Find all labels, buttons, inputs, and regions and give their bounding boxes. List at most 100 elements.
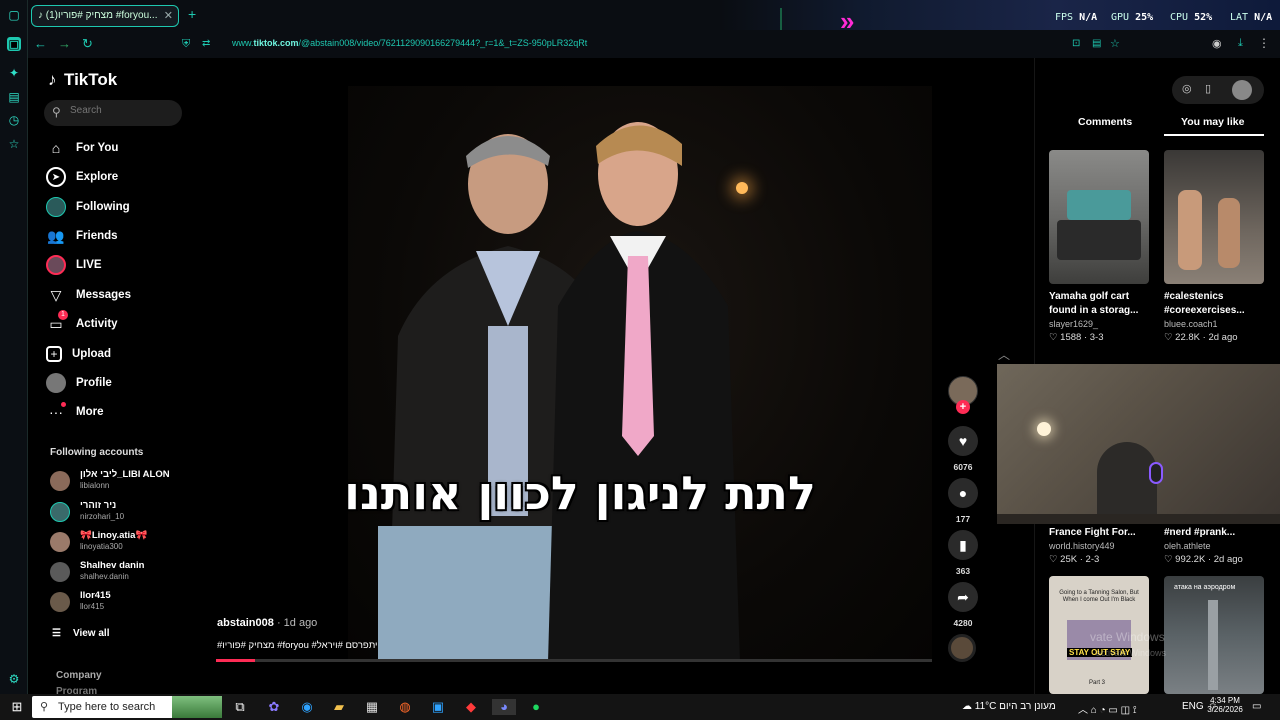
music-disc-avatar[interactable] <box>948 634 976 662</box>
store-icon[interactable]: ▦ <box>363 699 381 715</box>
nav-activity[interactable]: ▭ 1 Activity <box>46 310 186 336</box>
video-thumbnail[interactable] <box>1049 150 1149 284</box>
forward-icon[interactable]: → <box>58 36 71 51</box>
weather-widget[interactable]: ☁ 11°C מעונן רב היום <box>962 701 1056 712</box>
account-item[interactable]: 🎀Linoy.atia🎀 linoyatia300 <box>50 530 190 558</box>
nav-more[interactable]: ··· More <box>46 400 186 424</box>
bookmarks-icon[interactable]: ▤ <box>7 90 21 104</box>
star-icon[interactable]: ☆ <box>1110 37 1120 50</box>
tabs-icon[interactable]: ▣ <box>7 37 21 51</box>
video-thumbnail[interactable]: атака на аэродром <box>1164 576 1264 694</box>
recommended-video-card[interactable]: France Fight For... world.history449 ♡ 2… <box>1049 520 1149 565</box>
heart-icon[interactable]: ♥ <box>948 426 978 456</box>
extension-icon[interactable]: ◉ <box>1212 37 1222 50</box>
latency-stat: LAT N/A <box>1230 12 1273 23</box>
secure-shield-icon[interactable]: ⛨ <box>182 38 190 51</box>
favorites-icon[interactable]: ☆ <box>7 137 21 151</box>
thumb-detail <box>1057 220 1141 260</box>
company-link[interactable]: Company <box>56 670 102 681</box>
history-icon[interactable]: ◷ <box>7 113 21 127</box>
nav-for-you[interactable]: ⌂ For You <box>46 136 186 160</box>
ai-sparkle-icon[interactable]: ✦ <box>7 66 21 80</box>
compass-small-icon[interactable]: ◎ <box>1182 82 1192 95</box>
video-player[interactable] <box>348 86 932 662</box>
scroll-up-chevron-icon[interactable]: ︿ <box>998 346 1010 363</box>
video-thumbnail[interactable] <box>1164 150 1264 284</box>
save-action[interactable]: ▮ 363 <box>948 530 978 576</box>
thumb-detail <box>1218 198 1240 268</box>
nav-messages[interactable]: ▽ Messages <box>46 283 186 307</box>
opera-gx-icon[interactable]: ◆ <box>462 699 480 715</box>
account-item[interactable]: ניר זוהרי nirzohari_10 <box>50 500 190 528</box>
copilot-icon[interactable]: ✿ <box>265 699 283 715</box>
tab-comments[interactable]: Comments <box>1078 116 1132 128</box>
video-author[interactable]: abstain008 · 1d ago <box>217 617 317 629</box>
tiktok-favicon-icon: ♪ <box>38 10 46 21</box>
search-box[interactable]: ⚲ <box>44 100 182 126</box>
avatar <box>50 502 70 522</box>
discord-icon[interactable]: ◕ <box>492 699 516 715</box>
heart-outline-icon: ♡ <box>1164 554 1173 565</box>
tiktok-logo[interactable]: ♪ TikTok <box>48 70 117 90</box>
back-icon[interactable]: ← <box>34 36 47 51</box>
edge-icon[interactable]: ◉ <box>298 699 316 715</box>
video-hashtags[interactable]: #מצחיק #פוריו #foryou #יתפרסם #ויראל <box>217 640 378 651</box>
tiktok-sidebar: ♪TikTok ⚲ ⌂For You ➤Explore Following 👥F… <box>28 58 194 697</box>
nav-friends[interactable]: 👥 Friends <box>46 224 186 248</box>
nav-profile[interactable]: Profile <box>46 371 186 395</box>
recommended-video-card[interactable]: #calestenics #coreexercises... bluee.coa… <box>1164 150 1264 343</box>
browser-tab[interactable]: ♪ (1)מצחיק #פוריו #foryou... ✕ <box>31 5 179 27</box>
tab-you-may-like[interactable]: You may like <box>1181 116 1244 128</box>
firefox-icon[interactable]: ◍ <box>396 699 414 715</box>
downloads-icon[interactable]: ⤓ <box>1238 37 1243 50</box>
nav-upload[interactable]: + Upload <box>46 342 186 366</box>
share-arrow-icon[interactable]: ➦ <box>948 582 978 612</box>
bookmark-icon[interactable]: ▮ <box>948 530 978 560</box>
settings-gear-icon[interactable]: ⚙ <box>7 672 21 686</box>
comment-bubble-icon[interactable]: ● <box>948 478 978 508</box>
close-tab-icon[interactable]: ✕ <box>164 9 173 22</box>
menu-icon[interactable]: ⋮ <box>1258 36 1270 50</box>
nav-following[interactable]: Following <box>46 195 186 219</box>
account-item[interactable]: llor415 llor415 <box>50 590 190 618</box>
nav-live[interactable]: LIVE <box>46 253 186 277</box>
user-avatar[interactable] <box>1232 80 1252 100</box>
screenshot-icon[interactable]: ⊡ <box>1072 38 1080 49</box>
task-view-icon[interactable]: ⧉ <box>231 699 249 715</box>
account-item[interactable]: ליבי אלון_LIBI ALON libialonn <box>50 469 190 497</box>
thumb-part: Part 3 <box>1089 680 1106 686</box>
thumb-text: Going to a Tanning Salon, But When I com… <box>1059 590 1139 603</box>
clock[interactable]: 4:34 PM 3/26/2026 <box>1206 696 1244 714</box>
new-tab-icon[interactable]: + <box>188 6 196 22</box>
avatar <box>50 592 70 612</box>
cloud-icon: ☁ <box>962 701 972 712</box>
spotify-icon[interactable]: ● <box>527 699 545 715</box>
view-all-link[interactable]: ☰ View all <box>52 628 109 639</box>
nav-explore[interactable]: ➤ Explore <box>46 165 186 189</box>
share-action[interactable]: ➦ 4280 <box>948 582 978 628</box>
recommended-video-card[interactable]: атака на аэродром <box>1164 576 1264 694</box>
recommended-video-card[interactable]: #nerd #prank... oleh.athlete ♡ 992.2K · … <box>1164 520 1264 565</box>
recommended-video-card[interactable]: Yamaha golf cart found in a storag... sl… <box>1049 150 1149 343</box>
site-settings-icon[interactable]: ⇄ <box>202 38 210 49</box>
reader-icon[interactable]: ▤ <box>1092 38 1101 49</box>
phone-icon[interactable]: ▯ <box>1205 82 1211 95</box>
workspace-icon[interactable]: ▢ <box>7 8 21 22</box>
follow-plus-icon[interactable]: + <box>956 400 970 414</box>
notification-icon[interactable]: ▭ <box>1252 701 1261 712</box>
file-explorer-icon[interactable]: ▰ <box>330 699 348 715</box>
tray-icons[interactable]: ︿ ⌂ ◔ ▭ ◫ ⟟ <box>1078 701 1137 716</box>
url-field[interactable]: www.tiktok.com/@abstain008/video/7621129… <box>232 38 587 48</box>
like-action[interactable]: ♥ 6076 <box>948 426 978 472</box>
following-avatar-icon <box>46 197 66 217</box>
reload-icon[interactable]: ↻ <box>82 36 93 52</box>
app-icon[interactable]: ▣ <box>429 699 447 715</box>
search-input[interactable] <box>70 105 175 116</box>
taskbar-search-box[interactable]: ⚲ Type here to search <box>32 696 222 718</box>
video-caption-overlay: לתת לניגון לכוון אותנו <box>344 466 816 520</box>
account-item[interactable]: Shalhev danin shalhev.danin <box>50 560 190 588</box>
windows-start-icon[interactable]: ⊞ <box>8 699 26 715</box>
video-progress-bar[interactable] <box>216 659 932 662</box>
language-indicator[interactable]: ENG <box>1182 701 1204 712</box>
comment-action[interactable]: ● 177 <box>948 478 978 524</box>
